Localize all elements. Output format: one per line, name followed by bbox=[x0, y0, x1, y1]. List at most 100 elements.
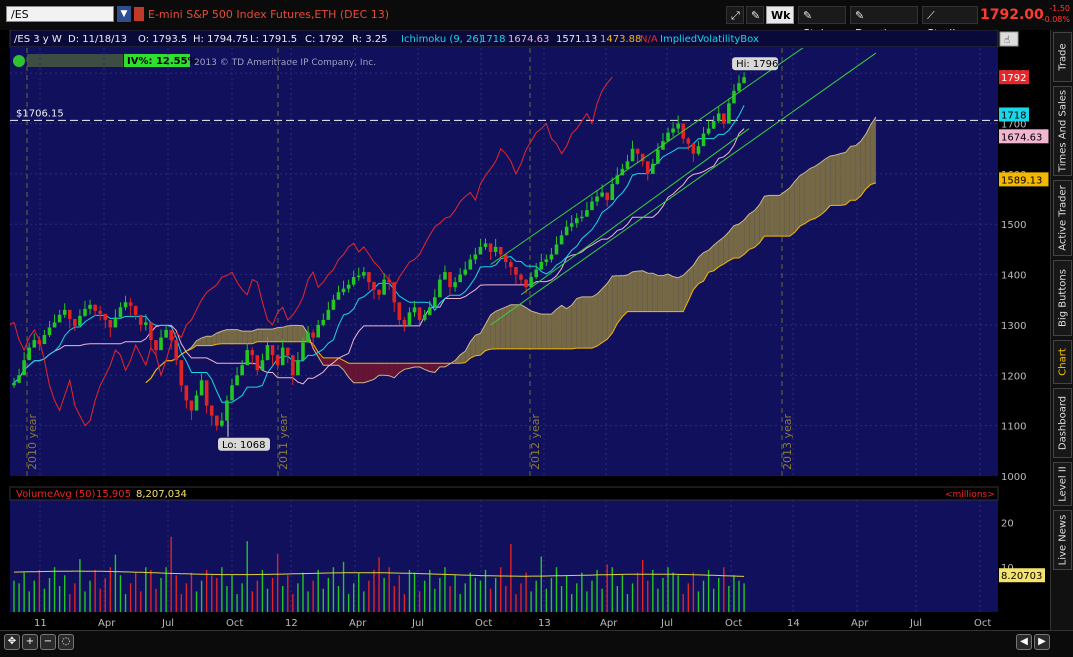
candle-body bbox=[73, 318, 77, 326]
candle-body bbox=[235, 375, 239, 386]
candle-body bbox=[215, 415, 219, 426]
y-tick-label: 1500 bbox=[1001, 220, 1026, 231]
candle-body bbox=[42, 335, 47, 345]
ichimoku-cloud-segment bbox=[586, 296, 592, 349]
ichimoku-cloud-segment bbox=[323, 357, 329, 366]
aggregation-button[interactable]: Wk bbox=[766, 6, 794, 24]
candle-body bbox=[174, 340, 179, 361]
chat-icon[interactable]: ◌ bbox=[58, 634, 74, 650]
ichimoku-cloud-segment bbox=[855, 141, 861, 201]
ichimoku-cloud-segment bbox=[870, 116, 876, 185]
candle-body bbox=[144, 322, 148, 325]
ichimoku-cloud-segment bbox=[804, 168, 810, 224]
drawings-button[interactable]: ✎ Drawings bbox=[850, 6, 918, 40]
candle-body bbox=[438, 279, 442, 298]
candle-body bbox=[468, 259, 473, 270]
candle-body bbox=[255, 355, 260, 371]
candle-body bbox=[742, 77, 746, 84]
candle-body bbox=[138, 314, 143, 325]
scroll-right-icon[interactable]: ▶ bbox=[1034, 634, 1050, 650]
studies-button[interactable]: ⟋ Studies bbox=[922, 6, 978, 40]
scroll-left-icon[interactable]: ◀ bbox=[1016, 634, 1032, 650]
candle-body bbox=[362, 272, 366, 276]
ichimoku-cloud-segment bbox=[698, 252, 704, 284]
candle-body bbox=[57, 314, 62, 323]
iv-value: IV%: 12.55% bbox=[127, 56, 198, 67]
ichimoku-cloud-segment bbox=[744, 214, 750, 255]
tab-active-trader[interactable]: Active Trader bbox=[1053, 180, 1072, 256]
style-button[interactable]: ✎ Style bbox=[798, 6, 846, 40]
candle-body bbox=[559, 235, 564, 245]
iv-indicator-icon[interactable] bbox=[13, 55, 25, 67]
candle-body bbox=[326, 309, 331, 320]
candle-body bbox=[230, 385, 234, 401]
candle-body bbox=[569, 223, 574, 227]
wrench-icon[interactable]: ✎ bbox=[746, 6, 764, 24]
ichimoku-cloud-segment bbox=[531, 310, 537, 349]
ichimoku-cloud-segment bbox=[652, 273, 658, 312]
tab-live-news[interactable]: Live News bbox=[1053, 510, 1072, 570]
candle-body bbox=[32, 340, 37, 348]
candle-body bbox=[275, 355, 280, 366]
candle-body bbox=[179, 360, 184, 386]
candle-body bbox=[341, 288, 346, 293]
candle-body bbox=[204, 380, 209, 406]
candle-body bbox=[392, 282, 397, 303]
ichimoku-cloud-segment bbox=[769, 195, 775, 237]
candle-body bbox=[301, 342, 305, 361]
tab-times-and-sales[interactable]: Times And Sales bbox=[1053, 86, 1072, 176]
y-tick-label: 1000 bbox=[1001, 472, 1026, 483]
symbol-input[interactable]: /ES bbox=[6, 6, 114, 22]
y-tick-label: 1400 bbox=[1001, 271, 1026, 282]
candle-body bbox=[225, 400, 229, 421]
candle-body bbox=[372, 282, 376, 290]
x-tick-label: Oct bbox=[475, 618, 492, 629]
ichimoku-cloud-segment bbox=[713, 240, 719, 271]
x-tick-label: 14 bbox=[787, 618, 800, 629]
chart-area[interactable]: /ES 3 y W D: 11/18/13 O: 1793.5 H: 1794.… bbox=[0, 30, 1050, 630]
candle-body bbox=[417, 307, 422, 320]
pan-icon[interactable]: ✥ bbox=[4, 634, 20, 650]
tab-level-ii[interactable]: Level II bbox=[1053, 462, 1072, 506]
x-tick-label: Oct bbox=[226, 618, 243, 629]
ichimoku-cloud-segment bbox=[272, 327, 278, 342]
drawing-tool-icon[interactable]: ⤢ bbox=[726, 6, 744, 24]
ichimoku-cloud-segment bbox=[526, 307, 532, 349]
x-tick-label: Apr bbox=[851, 618, 869, 629]
tab-chart[interactable]: Chart bbox=[1053, 340, 1072, 384]
candle-body bbox=[473, 254, 478, 260]
candle-body bbox=[671, 128, 675, 133]
ichimoku-cloud-segment bbox=[835, 153, 841, 206]
candle-body bbox=[194, 395, 199, 411]
candle-body bbox=[448, 272, 452, 288]
volume-avg-tag-label: 8.20703 bbox=[1001, 571, 1042, 582]
ichimoku-chikou: N/A bbox=[640, 34, 658, 45]
tab-big-buttons[interactable]: Big Buttons bbox=[1053, 260, 1072, 336]
volume-panel bbox=[10, 500, 998, 612]
x-tick-label: Apr bbox=[349, 618, 367, 629]
timeframe-label: /ES 3 y W bbox=[14, 34, 62, 45]
candle-body bbox=[656, 149, 660, 164]
tab-label: Level II bbox=[1057, 466, 1068, 502]
ichimoku-kijun: 1674.63 bbox=[508, 34, 549, 45]
symbol-link-icon[interactable] bbox=[134, 7, 144, 21]
ichimoku-cloud-segment bbox=[206, 336, 212, 346]
candle-body bbox=[93, 304, 97, 311]
candle-body bbox=[351, 277, 356, 285]
candle-body bbox=[580, 216, 584, 219]
ichimoku-cloud-segment bbox=[247, 331, 253, 344]
symbol-dropdown-icon[interactable]: ▼ bbox=[117, 6, 131, 22]
candle-body bbox=[98, 310, 102, 314]
tab-dashboard[interactable]: Dashboard bbox=[1053, 388, 1072, 458]
percent-change: -0.08% bbox=[1041, 15, 1070, 24]
candle-body bbox=[356, 275, 361, 278]
zoom-in-icon[interactable]: + bbox=[22, 634, 38, 650]
candle-body bbox=[422, 314, 427, 320]
high-label: H: 1794.75 bbox=[193, 34, 248, 45]
tab-trade[interactable]: Trade bbox=[1053, 32, 1072, 82]
ichimoku-cloud-segment bbox=[602, 283, 608, 343]
candle-body bbox=[88, 304, 92, 309]
candle-body bbox=[367, 272, 371, 283]
zoom-out-icon[interactable]: − bbox=[40, 634, 56, 650]
tab-label: Chart bbox=[1057, 348, 1068, 376]
